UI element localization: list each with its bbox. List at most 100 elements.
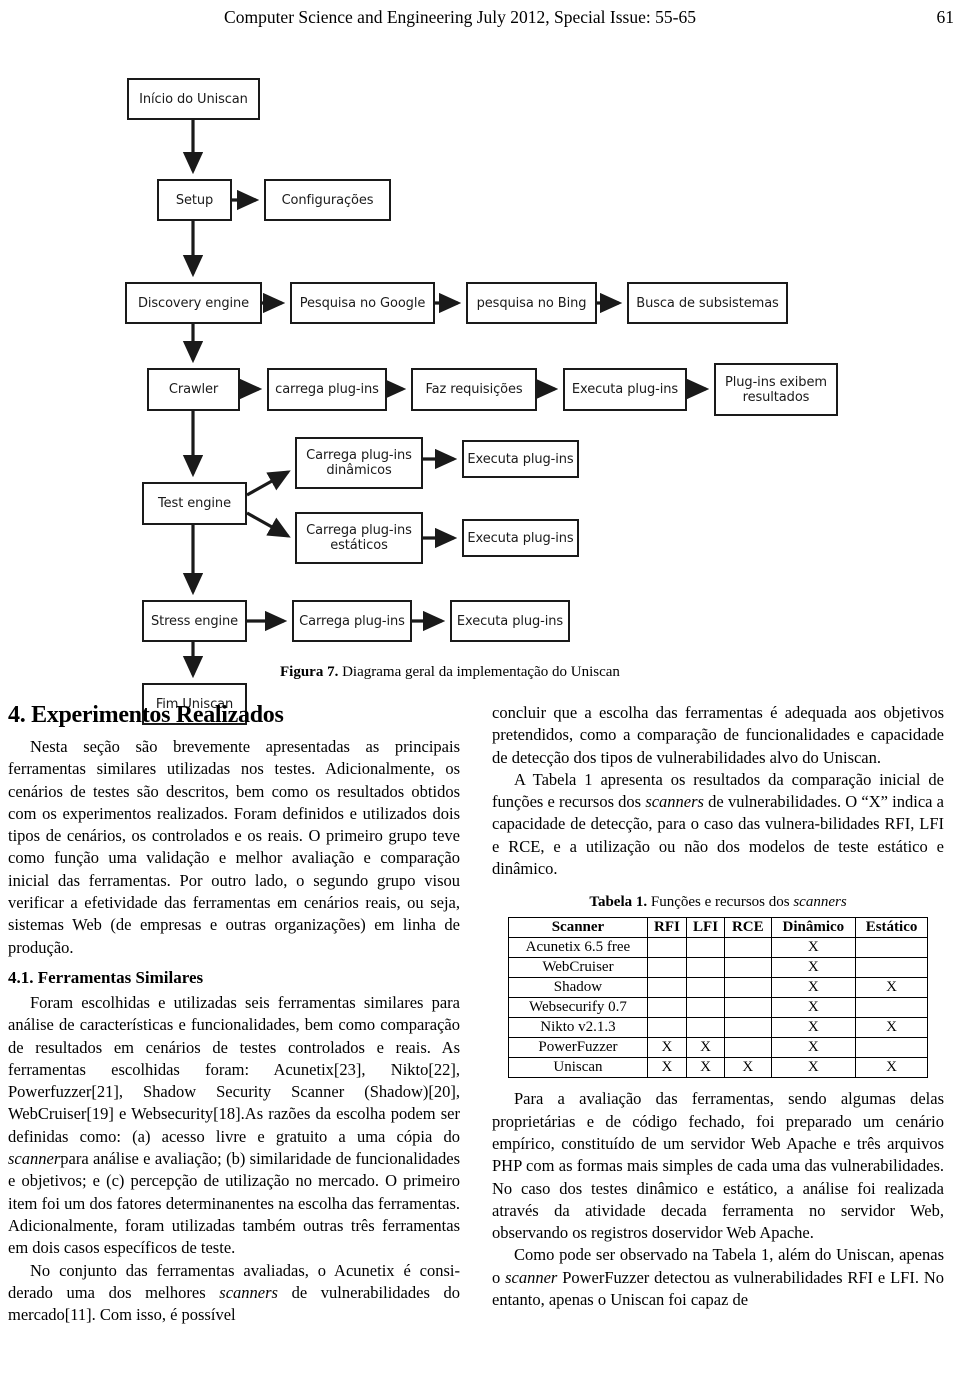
table-cell-lfi	[686, 937, 726, 959]
paragraph-tabela1-intro: A Tabela 1 apresenta os resultados da co…	[492, 769, 944, 880]
table-cell-dinâmico: X	[770, 1017, 857, 1039]
journal-title: Computer Science and Engineering July 20…	[224, 7, 696, 27]
table-cell-dinâmico: X	[770, 977, 857, 999]
table-cell-estático	[855, 937, 928, 959]
table-cell-rfi	[646, 937, 688, 959]
table-cell-scanner-name: PowerFuzzer	[508, 1037, 648, 1059]
table-row: Acunetix 6.5 free X	[508, 937, 928, 959]
table-cell-lfi	[686, 977, 726, 999]
paragraph-part-b: PowerFuzzer detectou as vulnerabilidades…	[492, 1267, 944, 1310]
table-row: Nikto v2.1.3 X X	[508, 1017, 928, 1039]
flow-node-bing: pesquisa no Bing	[466, 282, 597, 324]
flow-node-exibem: Plug-ins exibem resultados	[714, 363, 838, 416]
scanners-comparison-table: Scanner RFI LFI RCE Dinâmico Estático Acuneti…	[508, 917, 928, 1079]
page-number: 61	[936, 7, 955, 27]
paragraph-intro: Nesta seção são brevemente apresentadas …	[8, 737, 460, 957]
table-col-header-5: Estático	[855, 917, 928, 939]
flow-node-requisicoes: Faz requisições	[411, 368, 537, 411]
table-row: PowerFuzzer X X X	[508, 1037, 928, 1059]
figure-caption: Figura 7. Diagrama geral da implementaçã…	[280, 662, 960, 682]
table-cell-estático: X	[855, 1057, 928, 1079]
table-cell-scanner-name: Shadow	[508, 977, 648, 999]
paragraph-powerfuzzer: Como pode ser observado na Tabela 1, alé…	[492, 1244, 944, 1311]
table-header-row: Scanner RFI LFI RCE Dinâmico Estático	[508, 917, 928, 939]
table-cell-rfi	[646, 957, 688, 979]
table-col-header-0: Scanner	[508, 917, 648, 939]
table-cell-scanner-name: Uniscan	[508, 1057, 648, 1079]
table-cell-rfi	[646, 977, 688, 999]
table-cell-estático: X	[855, 1017, 928, 1039]
figure-7: Início do Uniscan Setup Configurações Disco…	[0, 58, 960, 725]
flow-node-configuracoes: Configurações	[264, 179, 391, 221]
italic-scanner-2: scanner	[505, 1267, 558, 1287]
table-cell-lfi: X	[686, 1057, 726, 1079]
right-text-column: concluir que a escolha das ferramentas é…	[492, 702, 944, 1311]
table-caption-label: Tabela 1.	[589, 894, 648, 911]
table-cell-estático	[855, 957, 928, 979]
table-cell-estático	[855, 1037, 928, 1059]
paragraph-acunetix: No conjunto das ferramentas avaliadas, o…	[8, 1260, 460, 1327]
flow-node-google: Pesquisa no Google	[290, 282, 435, 324]
table-cell-dinâmico: X	[770, 957, 857, 979]
paragraph-concluir: concluir que a escolha das ferramentas é…	[492, 703, 944, 767]
table-cell-scanner-name: WebCruiser	[508, 957, 648, 979]
table-cell-rce: X	[724, 1057, 772, 1079]
table-caption-text: Funções e recursos dos	[650, 894, 794, 911]
flow-node-discovery: Discovery engine	[125, 282, 262, 324]
table-cell-lfi: X	[686, 1037, 726, 1059]
flowchart-diagram: Início do Uniscan Setup Configurações Disco…	[0, 58, 960, 725]
table-cell-rce	[724, 1037, 772, 1059]
table-cell-rce	[724, 1017, 772, 1039]
italic-scanner-1: scanner	[8, 1149, 61, 1169]
table-cell-dinâmico: X	[770, 1057, 857, 1079]
table-cell-dinâmico: X	[770, 937, 857, 959]
flow-node-executastress: Executa plug-ins	[450, 600, 570, 642]
flow-node-setup: Setup	[157, 179, 232, 221]
table-cell-rce	[724, 997, 772, 1019]
table-cell-estático	[855, 997, 928, 1019]
italic-scanners-3: scanners	[793, 894, 847, 911]
subsection-heading-ferramentas-similares: 4.1. Ferramentas Similares	[8, 967, 204, 987]
italic-scanners-2: scanners	[645, 792, 704, 812]
flow-node-testengine: Test engine	[142, 482, 247, 525]
table-cell-lfi	[686, 1017, 726, 1039]
table-cell-lfi	[686, 957, 726, 979]
table-row: Websecurify 0.7 X	[508, 997, 928, 1019]
italic-scanners-1: scanners	[219, 1282, 278, 1302]
flow-node-executa1: Executa plug-ins	[563, 368, 687, 411]
flow-node-carregadin: Carrega plug-ins dinâmicos	[295, 437, 423, 489]
table-col-header-1: RFI	[646, 917, 688, 939]
paragraph-avaliacao: Para a avaliação das ferramentas, sendo …	[492, 1089, 944, 1243]
table-cell-rce	[724, 957, 772, 979]
table-cell-dinâmico: X	[770, 997, 857, 1019]
table-row: WebCruiser X	[508, 957, 928, 979]
table-caption: Tabela 1. Funções e recursos dos scanner…	[492, 893, 944, 912]
table-cell-dinâmico: X	[770, 1037, 857, 1059]
table-body: Acunetix 6.5 free X WebCruiser X Shadow X X Web…	[508, 937, 928, 1079]
figure-caption-text: Diagrama geral da implementação do Unisc…	[342, 664, 620, 680]
table-cell-rfi	[646, 997, 688, 1019]
table-row: Uniscan X X X X X	[508, 1057, 928, 1079]
table-cell-scanner-name: Websecurify 0.7	[508, 997, 648, 1019]
table-cell-lfi	[686, 997, 726, 1019]
flow-node-executadin: Executa plug-ins	[462, 440, 579, 478]
table-cell-scanner-name: Acunetix 6.5 free	[508, 937, 648, 959]
flow-node-subsistemas: Busca de subsistemas	[627, 282, 788, 324]
flow-node-carrega1: carrega plug-ins	[267, 368, 387, 411]
flow-node-executaest: Executa plug-ins	[462, 519, 579, 557]
flow-node-stressengine: Stress engine	[142, 600, 247, 642]
flow-node-crawler: Crawler	[147, 368, 240, 411]
table-cell-rfi: X	[646, 1057, 688, 1079]
figure-caption-label: Figura 7.	[280, 664, 339, 680]
flow-node-carregaest: Carrega plug-ins estáticos	[295, 512, 423, 564]
table-row: Shadow X X	[508, 977, 928, 999]
paragraph-part-a: Foram escolhidas e utilizadas seis ferra…	[8, 992, 460, 1146]
page-running-head: Computer Science and Engineering July 20…	[0, 4, 960, 30]
table-cell-estático: X	[855, 977, 928, 999]
table-cell-rce	[724, 977, 772, 999]
left-text-column: 4. Experimentos Realizados Nesta seção s…	[8, 700, 460, 1326]
table-col-header-3: RCE	[724, 917, 772, 939]
table-cell-scanner-name: Nikto v2.1.3	[508, 1017, 648, 1039]
paragraph-ferramentas-escolhidas: Foram escolhidas e utilizadas seis ferra…	[8, 992, 460, 1260]
flow-node-carregastress: Carrega plug-ins	[292, 600, 412, 642]
